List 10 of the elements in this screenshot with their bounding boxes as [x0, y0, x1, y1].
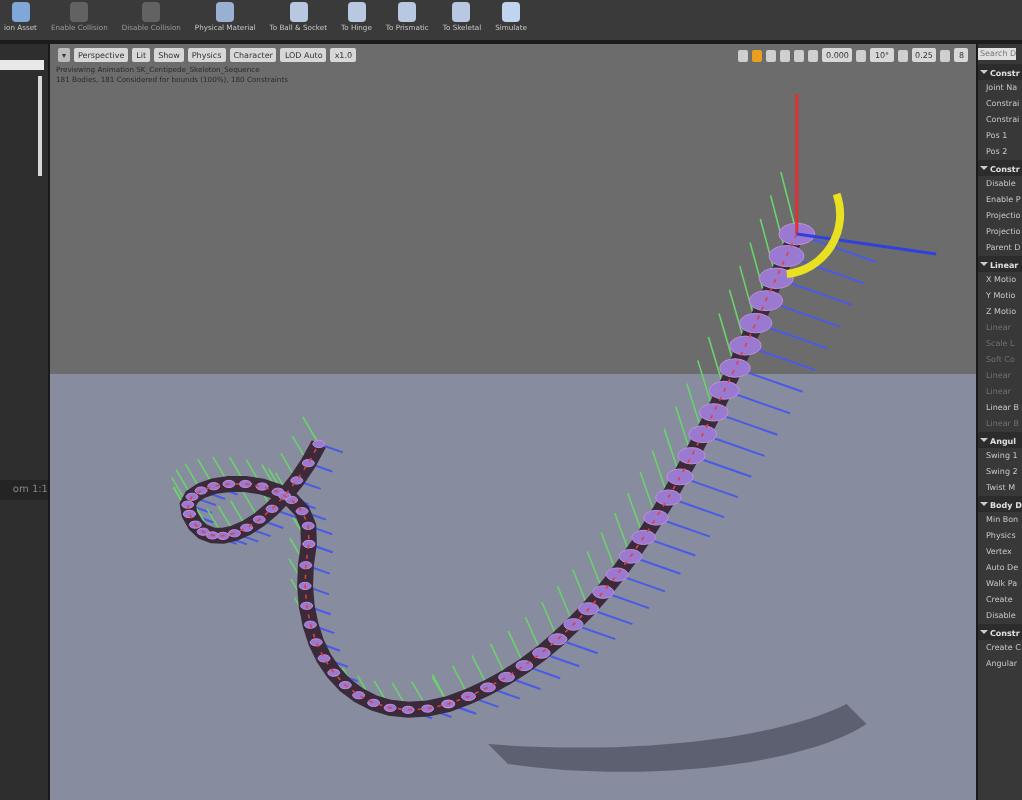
expand-arrow-icon[interactable]: [980, 70, 988, 74]
expand-arrow-icon[interactable]: [980, 630, 988, 634]
scrollbar[interactable]: [38, 76, 42, 176]
menu-button[interactable]: [58, 48, 70, 62]
expand-arrow-icon[interactable]: [980, 438, 988, 442]
expand-arrow-icon[interactable]: [980, 502, 988, 506]
centipede-drawing[interactable]: [171, 94, 937, 720]
expand-arrow-icon[interactable]: [980, 166, 988, 170]
search-field[interactable]: [0, 60, 44, 70]
expand-arrow-icon[interactable]: [980, 262, 988, 266]
